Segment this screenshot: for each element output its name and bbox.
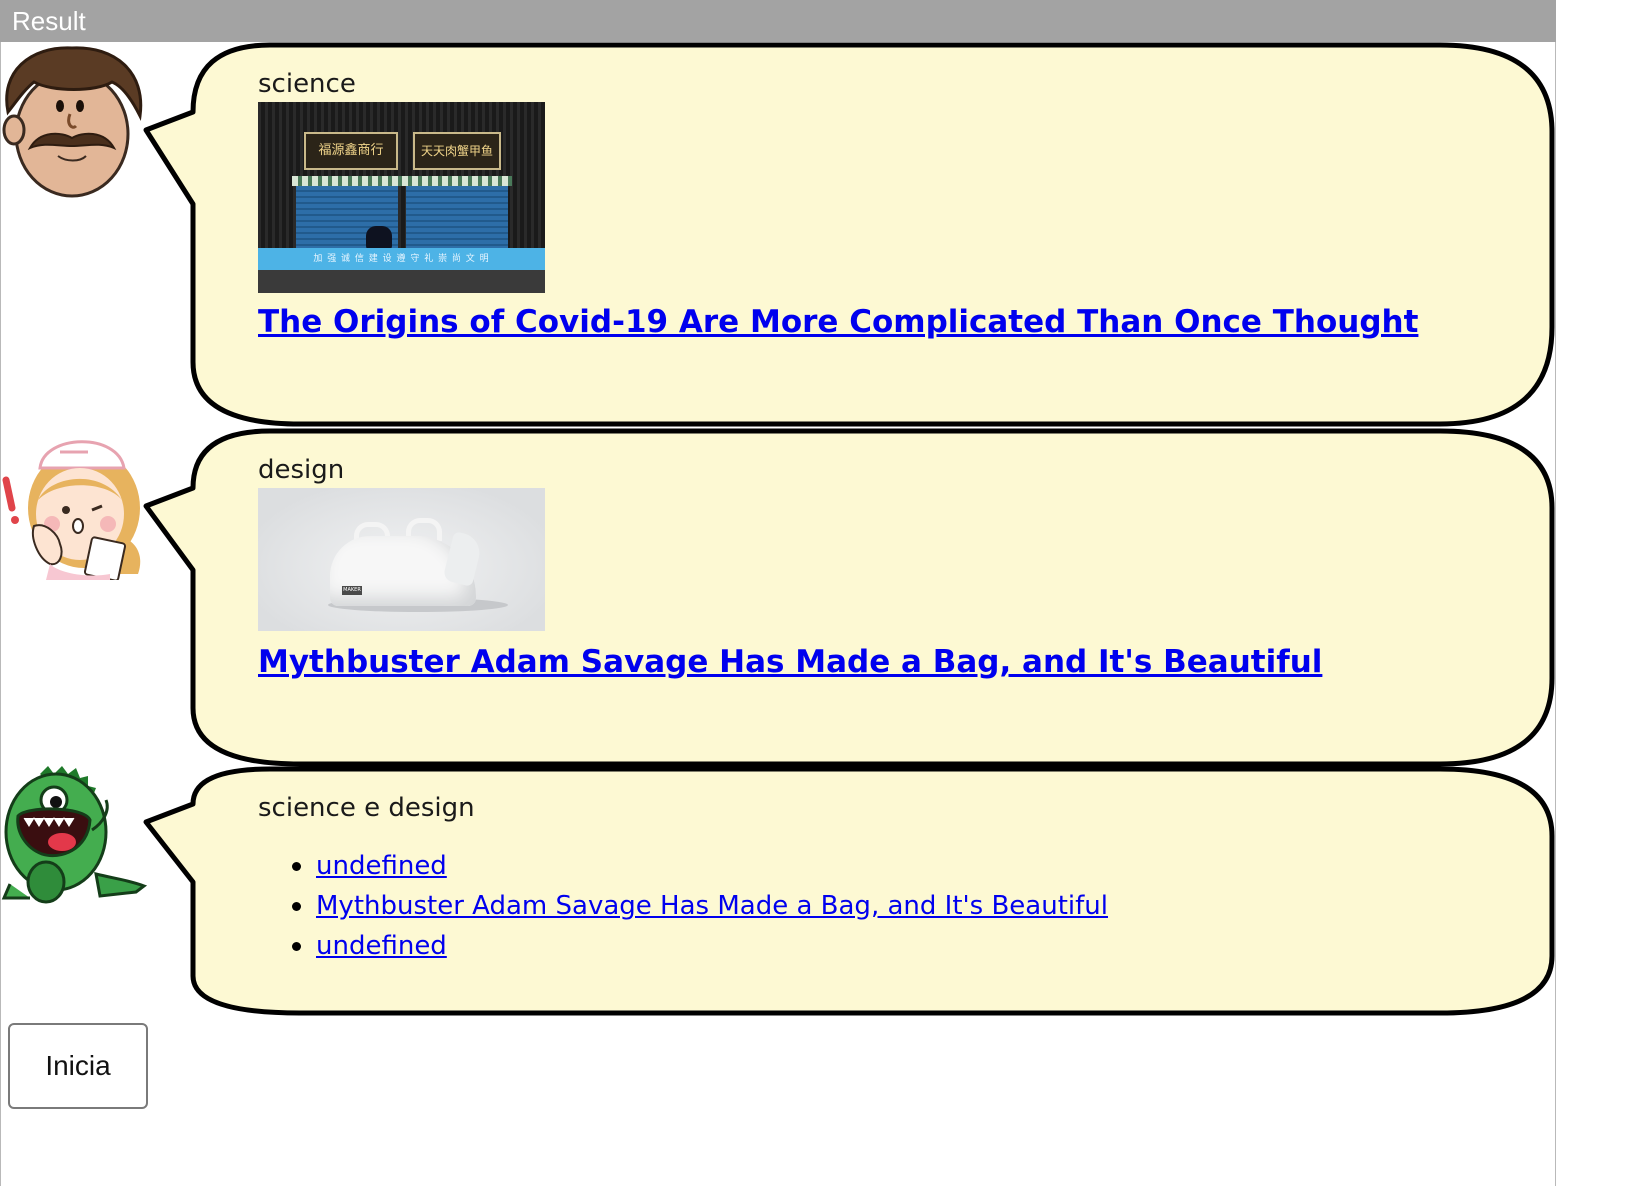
bubble-content: science e design undefined Mythbuster Ad… [258,790,1108,966]
message-science-and-design: science e design undefined Mythbuster Ad… [0,766,1556,1018]
bubble-content: design MAKER Mythbuster Adam Savage Has … [258,452,1322,680]
article-link-list: undefined Mythbuster Adam Savage Has Mad… [258,846,1108,966]
topic-label: design [258,455,345,485]
image-banner: 加 强 诚 信 建 设 遵 守 礼 崇 尚 文 明 [258,248,545,270]
article-image: 福源鑫商行 天天肉蟹甲鱼 加 强 诚 信 建 设 遵 守 礼 崇 尚 文 明 [258,102,545,293]
list-item: undefined [258,846,1108,886]
list-item: undefined [258,926,1108,966]
topic-label: science e design [258,793,475,823]
message-design: design MAKER Mythbuster Adam Savage Has … [0,428,1556,770]
bag-tag: MAKER [342,586,362,595]
speech-bubble [143,428,1555,767]
article-link[interactable]: undefined [316,931,447,961]
start-button[interactable]: Inicia [8,1023,148,1109]
article-link[interactable]: undefined [316,851,447,881]
topic-label: science [258,69,356,99]
result-header: Result [0,0,1556,42]
article-headline-link[interactable]: Mythbuster Adam Savage Has Made a Bag, a… [258,644,1322,680]
shop-sign-left: 福源鑫商行 [304,132,398,170]
article-link[interactable]: Mythbuster Adam Savage Has Made a Bag, a… [316,891,1108,921]
speech-bubble [143,42,1555,427]
article-image: MAKER [258,488,545,631]
list-item: Mythbuster Adam Savage Has Made a Bag, a… [258,886,1108,926]
bubble-content: science 福源鑫商行 天天肉蟹甲鱼 加 强 诚 信 建 设 遵 守 礼 崇… [258,66,1418,340]
result-title: Result [12,6,86,36]
article-headline-link[interactable]: The Origins of Covid-19 Are More Complic… [258,304,1418,340]
message-science: science 福源鑫商行 天天肉蟹甲鱼 加 强 诚 信 建 设 遵 守 礼 崇… [0,42,1556,430]
shop-sign-right: 天天肉蟹甲鱼 [413,132,501,170]
